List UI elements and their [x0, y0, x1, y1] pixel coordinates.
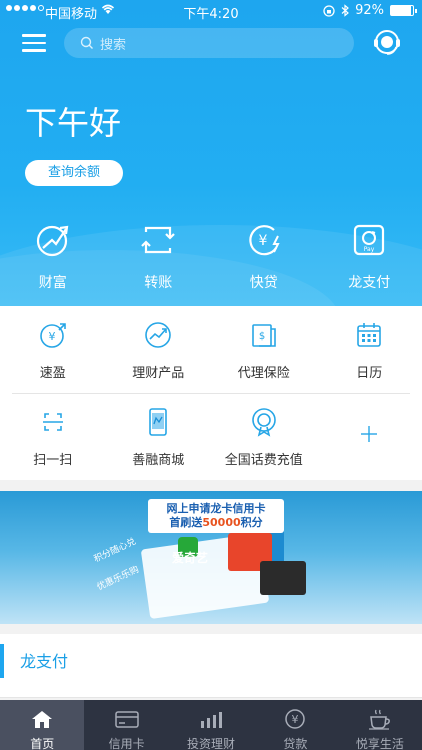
- svg-text:¥: ¥: [292, 713, 299, 726]
- quick-action-label: 龙支付: [348, 275, 391, 291]
- quick-action-transfer[interactable]: 转账: [106, 214, 212, 300]
- search-input[interactable]: 搜索: [64, 28, 354, 58]
- credit-card-icon: [114, 711, 139, 728]
- service-label: 理财产品: [132, 366, 185, 381]
- add-service-button[interactable]: [317, 393, 422, 480]
- service-calendar[interactable]: 日历: [317, 306, 422, 393]
- menu-icon[interactable]: [22, 34, 46, 52]
- search-icon: [80, 36, 93, 49]
- service-label: 善融商城: [132, 453, 185, 468]
- battery-icon: [390, 5, 417, 16]
- quick-action-quick-loan[interactable]: ¥ 快贷: [211, 214, 317, 300]
- tab-label: 信用卡: [108, 737, 145, 750]
- promo-banner[interactable]: 网上申请龙卡信用卡 首刷送50000积分 积分随心兑 优惠乐乐购 爱奇艺: [0, 491, 422, 624]
- status-bar: 中国移动 下午4:20 92%: [0, 0, 422, 22]
- quick-action-wealth[interactable]: 财富: [0, 214, 106, 300]
- service-wealth-product[interactable]: 理财产品: [106, 306, 212, 393]
- tab-credit-card[interactable]: 信用卡: [84, 700, 168, 750]
- suying-icon: ¥: [39, 323, 66, 348]
- quick-loan-icon: ¥: [249, 225, 280, 256]
- banner-title-line1: 网上申请龙卡信用卡: [166, 502, 266, 515]
- quick-action-long-pay[interactable]: Pay 龙支付: [317, 214, 422, 300]
- service-suying[interactable]: ¥ 速盈: [0, 306, 106, 393]
- tab-home[interactable]: 首页: [0, 700, 85, 750]
- service-insurance[interactable]: $ 代理保险: [211, 306, 317, 393]
- service-scan[interactable]: 扫一扫: [0, 393, 106, 480]
- plus-icon: [361, 426, 378, 442]
- section-divider: [0, 697, 422, 698]
- service-mall[interactable]: 善融商城: [106, 393, 212, 480]
- calendar-icon: [357, 323, 382, 347]
- banner-title: 网上申请龙卡信用卡 首刷送50000积分: [148, 499, 284, 533]
- service-label: 扫一扫: [33, 453, 73, 468]
- mall-icon: [149, 408, 168, 436]
- svg-text:¥: ¥: [48, 330, 55, 343]
- tab-label: 投资理财: [187, 737, 236, 750]
- quick-actions: 财富 转账 ¥ 快贷 Pay 龙支付: [0, 214, 422, 300]
- service-label: 日历: [356, 366, 383, 381]
- customer-service-icon[interactable]: [372, 27, 402, 57]
- banner-brand: 爱奇艺: [172, 551, 209, 565]
- tab-label: 贷款: [283, 737, 308, 750]
- home-icon: [32, 711, 53, 728]
- wealth-icon: [36, 225, 69, 257]
- phone-recharge-icon: [251, 408, 276, 437]
- service-label: 速盈: [39, 366, 66, 381]
- gift-box-illustration: [260, 561, 306, 595]
- service-label: 全国话费充值: [224, 453, 303, 468]
- service-label: 代理保险: [237, 366, 290, 381]
- service-phone-recharge[interactable]: 全国话费充值: [211, 393, 317, 480]
- banner-tag: 优惠乐乐购: [95, 564, 141, 593]
- wealth-product-icon: [145, 322, 172, 348]
- quick-action-label: 转账: [144, 275, 173, 291]
- search-placeholder: 搜索: [100, 37, 127, 53]
- coffee-icon: [368, 709, 390, 730]
- service-grid: ¥ 速盈 理财产品 $ 代理保险 日历 扫一扫 善融商城 全国话费充值: [0, 306, 422, 480]
- hero-header: 中国移动 下午4:20 92% 搜索 下午好 查询余额 财富 转账 ¥ 快贷 P…: [0, 0, 422, 306]
- section-title: 龙支付: [20, 652, 69, 671]
- scan-icon: [42, 413, 63, 431]
- transfer-icon: [141, 226, 176, 254]
- svg-text:¥: ¥: [258, 233, 267, 249]
- long-pay-section[interactable]: 龙支付: [0, 634, 422, 698]
- tab-label: 首页: [30, 737, 55, 750]
- bottom-tab-bar: 首页 信用卡 投资理财 ¥ 贷款 悦享生活: [0, 700, 422, 750]
- loan-icon: ¥: [285, 709, 306, 729]
- query-balance-button[interactable]: 查询余额: [25, 160, 123, 186]
- banner-title-prefix: 首刷送: [169, 516, 203, 529]
- quick-action-label: 快贷: [249, 275, 278, 291]
- quick-action-label: 财富: [38, 275, 67, 291]
- svg-text:$: $: [259, 331, 265, 342]
- tab-label: 悦享生活: [355, 737, 404, 750]
- greeting-text: 下午好: [25, 104, 122, 142]
- investment-icon: [201, 712, 223, 728]
- banner-title-suffix: 积分: [240, 516, 263, 529]
- tab-investment[interactable]: 投资理财: [169, 700, 253, 750]
- section-accent-bar: [0, 644, 4, 678]
- banner-title-points: 50000: [202, 516, 241, 529]
- tab-lifestyle[interactable]: 悦享生活: [338, 700, 422, 750]
- svg-text:Pay: Pay: [364, 246, 375, 253]
- banner-tag: 积分随心兑: [92, 536, 138, 565]
- orientation-lock-icon: [323, 4, 335, 17]
- bluetooth-icon: [341, 4, 350, 17]
- long-pay-icon: Pay: [354, 224, 385, 256]
- tab-loan[interactable]: ¥ 贷款: [253, 700, 337, 750]
- battery-percent: 92%: [355, 3, 384, 18]
- insurance-icon: $: [251, 324, 276, 347]
